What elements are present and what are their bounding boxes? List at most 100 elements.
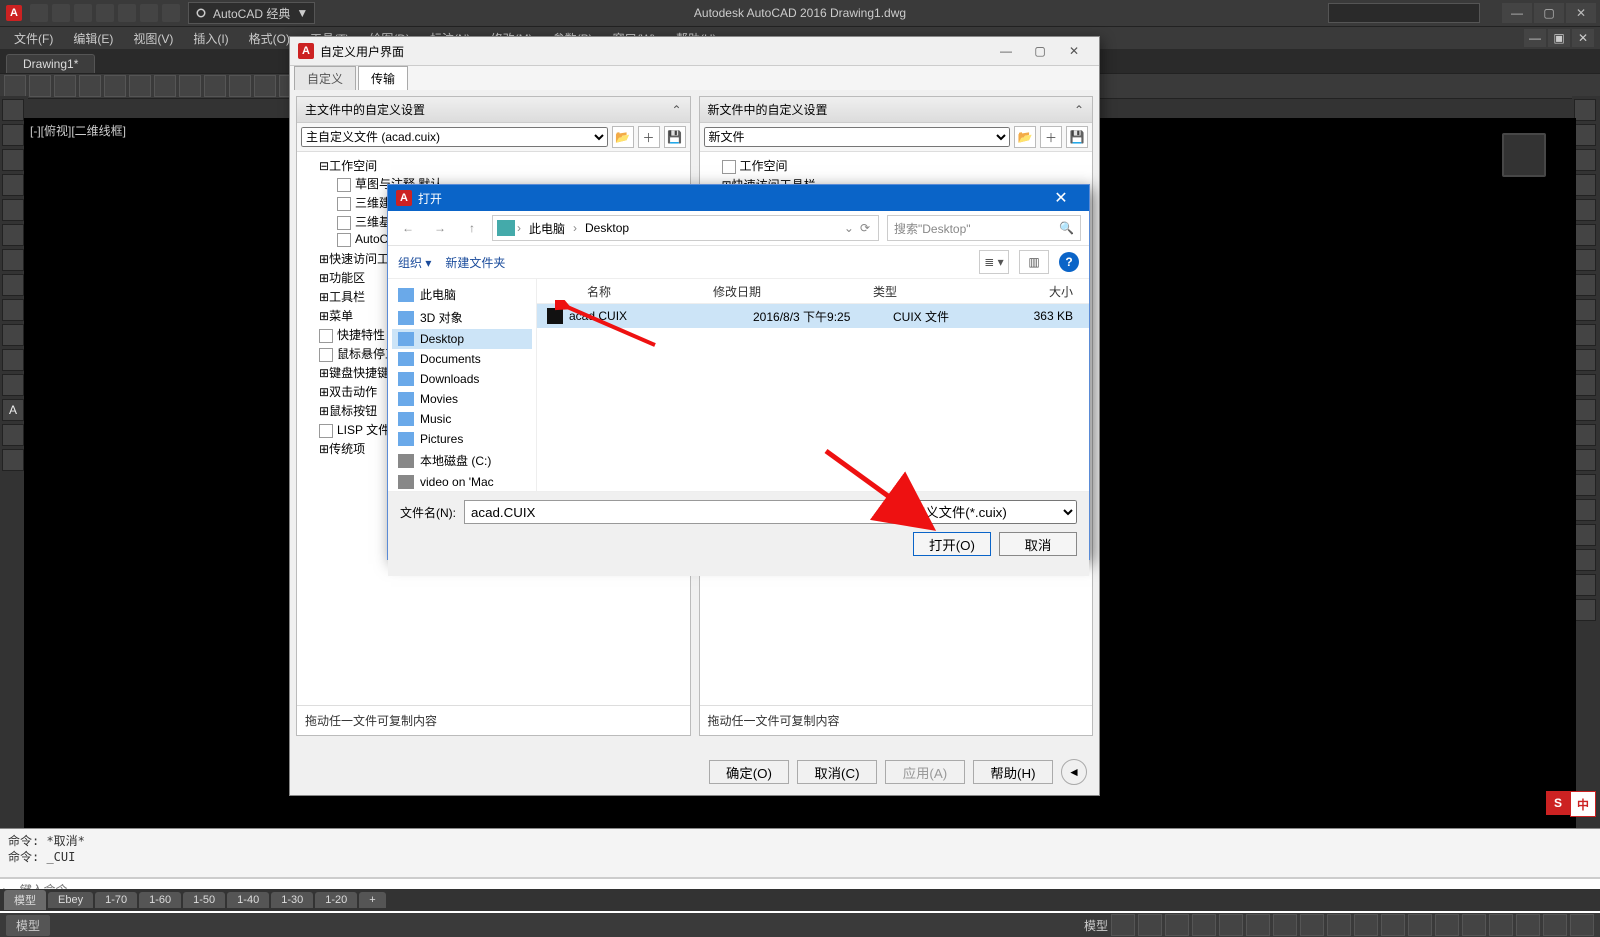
ime-indicator[interactable]: S 中 xyxy=(1546,791,1596,817)
tb-copy-icon[interactable] xyxy=(179,75,201,97)
lengthen-icon[interactable] xyxy=(1574,524,1596,546)
status-custom-icon[interactable] xyxy=(1570,914,1594,936)
cui-save-icon[interactable]: 💾 xyxy=(664,126,686,148)
tb-preview-icon[interactable] xyxy=(104,75,126,97)
breadcrumb-item[interactable]: 此电脑 xyxy=(523,220,571,237)
status-isolate-icon[interactable] xyxy=(1489,914,1513,936)
pedit-icon[interactable] xyxy=(1574,574,1596,596)
minimize-button[interactable]: — xyxy=(1502,3,1532,23)
breadcrumb-item[interactable]: Desktop xyxy=(579,221,635,235)
cui-titlebar[interactable]: A 自定义用户界面 — ▢ ✕ xyxy=(290,37,1099,66)
tb-paste-icon[interactable] xyxy=(204,75,226,97)
column-type[interactable]: 类型 xyxy=(863,283,983,300)
refresh-icon[interactable]: ⟳ xyxy=(856,221,874,235)
cui-open-icon[interactable]: 📂 xyxy=(612,126,634,148)
spline-icon[interactable] xyxy=(2,274,24,296)
breadcrumb[interactable]: › 此电脑 › Desktop ⌄ ⟳ xyxy=(492,215,879,241)
qat-redo-icon[interactable] xyxy=(162,4,180,22)
file-row[interactable]: acad.CUIX 2016/8/3 下午9:25 CUIX 文件 363 KB xyxy=(537,304,1089,328)
status-snap-icon[interactable] xyxy=(1138,914,1162,936)
polygon-icon[interactable] xyxy=(2,224,24,246)
workspace-dropdown[interactable]: AutoCAD 经典 ▼ xyxy=(188,2,315,24)
collapse-icon[interactable]: ⌃ xyxy=(1074,103,1084,117)
status-lwt-icon[interactable] xyxy=(1273,914,1297,936)
text-icon[interactable]: A xyxy=(2,399,24,421)
qat-saveas-icon[interactable] xyxy=(96,4,114,22)
break-icon[interactable] xyxy=(1574,349,1596,371)
maximize-button[interactable]: ▢ xyxy=(1534,3,1564,23)
layout-tab[interactable]: 1-50 xyxy=(183,892,225,908)
nav-forward-icon[interactable]: → xyxy=(428,216,452,240)
cui-help-button[interactable]: 帮助(H) xyxy=(973,760,1053,784)
tb-new-icon[interactable] xyxy=(4,75,26,97)
hatch-icon[interactable] xyxy=(2,299,24,321)
gradient-icon[interactable] xyxy=(2,449,24,471)
align-icon[interactable] xyxy=(1574,499,1596,521)
region-icon[interactable] xyxy=(2,349,24,371)
chamfer-icon[interactable] xyxy=(1574,399,1596,421)
status-polar-icon[interactable] xyxy=(1192,914,1216,936)
status-grid-icon[interactable] xyxy=(1111,914,1135,936)
view-mode-icon[interactable]: ≣ ▾ xyxy=(979,250,1009,274)
mirror-icon[interactable] xyxy=(1574,149,1596,171)
array-icon[interactable] xyxy=(1574,199,1596,221)
sidebar-item-movies[interactable]: Movies xyxy=(392,389,532,409)
qat-save-icon[interactable] xyxy=(74,4,92,22)
layout-tab[interactable]: 1-40 xyxy=(227,892,269,908)
cui-maximize-button[interactable]: ▢ xyxy=(1023,40,1057,62)
mdi-close-button[interactable]: ✕ xyxy=(1572,29,1594,47)
sidebar-item-downloads[interactable]: Downloads xyxy=(392,369,532,389)
status-transparency-icon[interactable] xyxy=(1300,914,1324,936)
extend-icon[interactable] xyxy=(1574,324,1596,346)
new-folder-button[interactable]: 新建文件夹 xyxy=(445,254,505,271)
cancel-button[interactable]: 取消 xyxy=(999,532,1077,556)
sidebar-item-documents[interactable]: Documents xyxy=(392,349,532,369)
status-osnap-icon[interactable] xyxy=(1219,914,1243,936)
cui-save-icon[interactable]: 💾 xyxy=(1066,126,1088,148)
offset-icon[interactable] xyxy=(1574,174,1596,196)
status-otrack-icon[interactable] xyxy=(1246,914,1270,936)
chevron-down-icon[interactable]: ⌄ xyxy=(844,221,854,235)
cui-close-button[interactable]: ✕ xyxy=(1057,40,1091,62)
status-scale-icon[interactable] xyxy=(1408,914,1432,936)
status-ws-icon[interactable] xyxy=(1435,914,1459,936)
fillet-icon[interactable] xyxy=(1574,424,1596,446)
polyline-icon[interactable] xyxy=(2,124,24,146)
circle-icon[interactable] xyxy=(2,149,24,171)
preview-pane-icon[interactable]: ▥ xyxy=(1019,250,1049,274)
close-button[interactable]: ✕ xyxy=(1566,3,1596,23)
cui-right-combo[interactable]: 新文件 xyxy=(704,127,1011,147)
qat-new-icon[interactable] xyxy=(30,4,48,22)
help-icon[interactable]: ? xyxy=(1059,252,1079,272)
tb-publish-icon[interactable] xyxy=(129,75,151,97)
menu-view[interactable]: 视图(V) xyxy=(125,28,181,49)
sidebar-item-pictures[interactable]: Pictures xyxy=(392,429,532,449)
join-icon[interactable] xyxy=(1574,374,1596,396)
mdi-restore-button[interactable]: ▣ xyxy=(1548,29,1570,47)
chevron-right-icon[interactable]: › xyxy=(573,221,577,235)
column-date[interactable]: 修改日期 xyxy=(703,283,863,300)
rectangle-icon[interactable] xyxy=(2,199,24,221)
sidebar-item-3d[interactable]: 3D 对象 xyxy=(392,306,532,329)
status-model-label[interactable]: 模型 xyxy=(6,915,50,936)
layout-tab[interactable]: 1-20 xyxy=(315,892,357,908)
table-icon[interactable] xyxy=(2,374,24,396)
copy-icon[interactable] xyxy=(1574,124,1596,146)
explode-icon[interactable] xyxy=(1574,449,1596,471)
app-menu-icon[interactable]: A xyxy=(4,3,24,23)
cui-ok-button[interactable]: 确定(O) xyxy=(709,760,789,784)
organize-menu[interactable]: 组织 ▾ xyxy=(398,254,431,271)
layout-tab[interactable]: 1-30 xyxy=(271,892,313,908)
cui-tab-customize[interactable]: 自定义 xyxy=(294,66,356,90)
edit-icon[interactable] xyxy=(1574,549,1596,571)
qat-print-icon[interactable] xyxy=(118,4,136,22)
sidebar-item-music[interactable]: Music xyxy=(392,409,532,429)
rotate-icon[interactable] xyxy=(1574,224,1596,246)
column-name[interactable]: 名称 xyxy=(577,283,703,300)
file-open-close-button[interactable]: ✕ xyxy=(1041,185,1081,211)
sidebar-item-video[interactable]: video on 'Mac xyxy=(392,472,532,491)
open-button[interactable]: 打开(O) xyxy=(913,532,991,556)
status-cycle-icon[interactable] xyxy=(1354,914,1378,936)
status-ortho-icon[interactable] xyxy=(1165,914,1189,936)
tb-save-icon[interactable] xyxy=(54,75,76,97)
